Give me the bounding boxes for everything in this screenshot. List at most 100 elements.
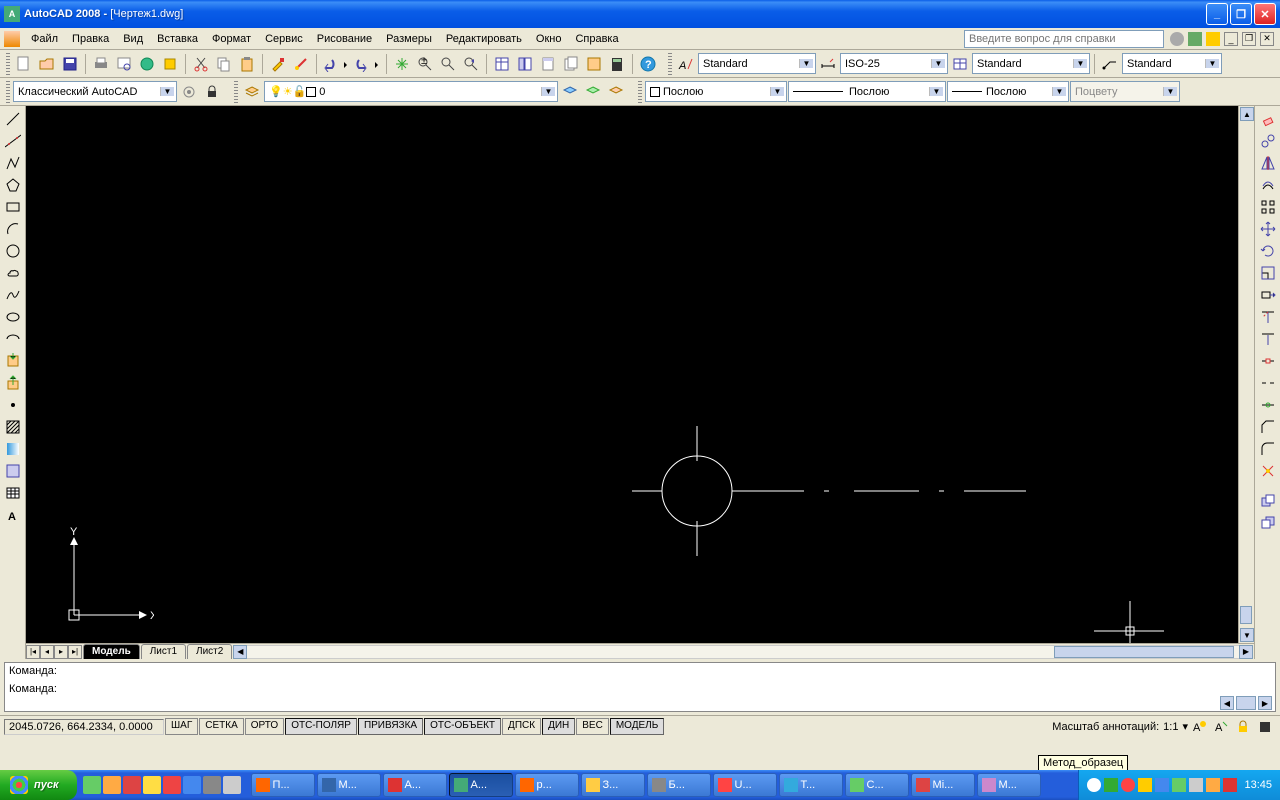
tool-palettes-button[interactable] — [537, 53, 559, 75]
print-button[interactable] — [90, 53, 112, 75]
tab-nav-prev[interactable]: ◂ — [40, 645, 54, 659]
mdi-minimize-button[interactable]: _ — [1224, 32, 1238, 46]
anno-scale-value[interactable]: 1:1 — [1163, 721, 1178, 733]
calc-button[interactable] — [606, 53, 628, 75]
vertical-scrollbar[interactable]: ▲ ▼ — [1238, 106, 1254, 643]
menu-insert[interactable]: Вставка — [150, 31, 205, 47]
extend-tool[interactable] — [1257, 328, 1279, 350]
draw-order-front-button[interactable] — [1257, 490, 1279, 512]
ortho-toggle[interactable]: ОРТО — [245, 718, 284, 735]
anno-autoscale-button[interactable]: A — [1210, 716, 1232, 738]
table-style-combo[interactable]: Standard▼ — [972, 53, 1090, 74]
zoom-realtime-button[interactable]: ± — [414, 53, 436, 75]
mdi-restore-button[interactable]: ❐ — [1242, 32, 1256, 46]
line-tool[interactable] — [2, 108, 24, 130]
drawing-canvas[interactable]: X Y — [26, 106, 1238, 643]
task-button-active[interactable]: A... — [449, 773, 513, 797]
save-button[interactable] — [59, 53, 81, 75]
menu-format[interactable]: Формат — [205, 31, 258, 47]
spline-tool[interactable] — [2, 284, 24, 306]
snap-toggle[interactable]: ШАГ — [165, 718, 198, 735]
mtext-tool[interactable]: A — [2, 504, 24, 526]
layer-iso-button[interactable] — [605, 81, 627, 103]
search-icon[interactable] — [1170, 32, 1184, 46]
sheet-set-button[interactable] — [560, 53, 582, 75]
menu-service[interactable]: Сервис — [258, 31, 310, 47]
tray-icon[interactable] — [1121, 778, 1135, 792]
ql-icon[interactable] — [103, 776, 121, 794]
layer-state-button[interactable] — [582, 81, 604, 103]
rotate-tool[interactable] — [1257, 240, 1279, 262]
tray-icon[interactable] — [1206, 778, 1220, 792]
polyline-tool[interactable] — [2, 152, 24, 174]
draw-order-back-button[interactable] — [1257, 512, 1279, 534]
tray-icon[interactable] — [1189, 778, 1203, 792]
menu-help[interactable]: Справка — [568, 31, 625, 47]
tab-nav-next[interactable]: ▸ — [54, 645, 68, 659]
paste-button[interactable] — [236, 53, 258, 75]
gradient-tool[interactable] — [2, 438, 24, 460]
properties-button[interactable] — [491, 53, 513, 75]
otrack-toggle[interactable]: ОТС-ОБЪЕКТ — [424, 718, 501, 735]
ql-icon[interactable] — [163, 776, 181, 794]
trim-tool[interactable] — [1257, 306, 1279, 328]
toolbar-grip[interactable] — [6, 53, 10, 75]
new-button[interactable] — [13, 53, 35, 75]
block-editor-button[interactable] — [290, 53, 312, 75]
task-button[interactable]: С... — [845, 773, 909, 797]
menu-modify[interactable]: Редактировать — [439, 31, 529, 47]
redo-button[interactable] — [352, 53, 382, 75]
task-button[interactable]: р... — [515, 773, 579, 797]
zoom-window-button[interactable] — [437, 53, 459, 75]
tray-icon[interactable] — [1223, 778, 1237, 792]
osnap-toggle[interactable]: ПРИВЯЗКА — [358, 718, 423, 735]
dim-style-button[interactable] — [817, 53, 839, 75]
copy-tool[interactable] — [1257, 130, 1279, 152]
text-style-combo[interactable]: Standard▼ — [698, 53, 816, 74]
status-tray-button[interactable] — [1254, 716, 1276, 738]
lwt-toggle[interactable]: ВЕС — [576, 718, 609, 735]
app-menu-icon[interactable] — [4, 31, 20, 47]
move-tool[interactable] — [1257, 218, 1279, 240]
ql-icon[interactable] — [203, 776, 221, 794]
erase-tool[interactable] — [1257, 108, 1279, 130]
color-combo[interactable]: Послою▼ — [645, 81, 787, 102]
grid-toggle[interactable]: СЕТКА — [199, 718, 244, 735]
task-button[interactable]: З... — [581, 773, 645, 797]
scale-tool[interactable] — [1257, 262, 1279, 284]
explode-tool[interactable] — [1257, 460, 1279, 482]
design-center-button[interactable] — [514, 53, 536, 75]
task-button[interactable]: М... — [977, 773, 1041, 797]
polygon-tool[interactable] — [2, 174, 24, 196]
revcloud-tool[interactable] — [2, 262, 24, 284]
task-button[interactable]: М... — [317, 773, 381, 797]
matchprop-button[interactable] — [267, 53, 289, 75]
mleader-style-button[interactable] — [1099, 53, 1121, 75]
comm-center-icon[interactable] — [1188, 32, 1202, 46]
menu-file[interactable]: Файл — [24, 31, 65, 47]
markup-button[interactable] — [583, 53, 605, 75]
mirror-tool[interactable] — [1257, 152, 1279, 174]
tray-icon[interactable] — [1104, 778, 1118, 792]
ql-icon[interactable] — [143, 776, 161, 794]
task-button[interactable]: Mi... — [911, 773, 975, 797]
command-window[interactable]: Команда: Команда: ◀ ▶ — [4, 662, 1276, 712]
layer-combo[interactable]: 💡 ☀ 🔓 0▼ — [264, 81, 558, 102]
tab-layout1[interactable]: Лист1 — [141, 644, 186, 659]
cmd-scroll-right[interactable]: ▶ — [1258, 696, 1272, 710]
tab-layout2[interactable]: Лист2 — [187, 644, 232, 659]
dim-style-combo[interactable]: ISO-25▼ — [840, 53, 948, 74]
horizontal-scrollbar[interactable]: ◀▶ — [233, 645, 1253, 659]
break-at-point-tool[interactable] — [1257, 350, 1279, 372]
task-button[interactable]: П... — [251, 773, 315, 797]
tab-nav-first[interactable]: |◂ — [26, 645, 40, 659]
help-search-input[interactable] — [964, 30, 1164, 48]
cmd-scroll-left[interactable]: ◀ — [1220, 696, 1234, 710]
tray-icon[interactable] — [1138, 778, 1152, 792]
break-tool[interactable] — [1257, 372, 1279, 394]
layer-manager-button[interactable] — [241, 81, 263, 103]
maximize-button[interactable]: ❐ — [1230, 3, 1252, 25]
copy-button[interactable] — [213, 53, 235, 75]
cmd-scroll-thumb[interactable] — [1236, 696, 1256, 710]
xline-tool[interactable] — [2, 130, 24, 152]
